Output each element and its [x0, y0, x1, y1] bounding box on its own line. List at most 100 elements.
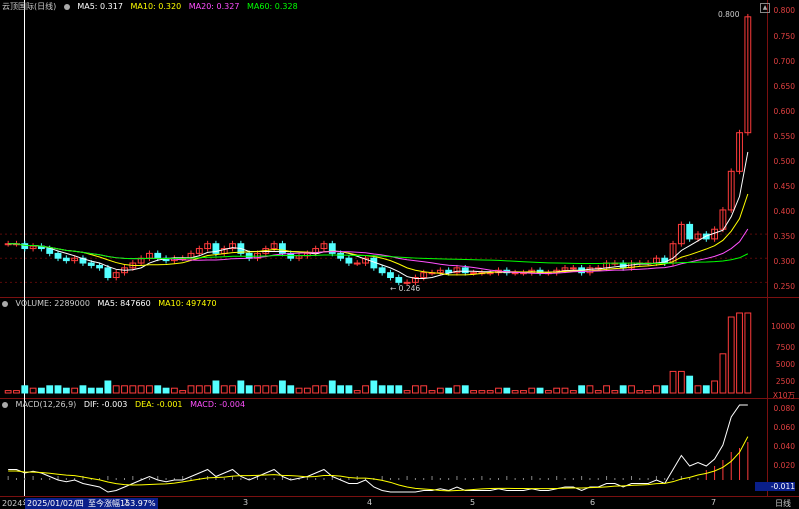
- candle-body: [345, 257, 353, 264]
- volume-bar: [636, 390, 644, 394]
- volume-bar: [129, 385, 137, 394]
- volume-bar: [112, 385, 120, 394]
- volume-bar: [320, 385, 328, 394]
- volume-bar: [187, 385, 195, 394]
- volume-bar: [719, 353, 727, 394]
- volume-bar: [137, 385, 145, 394]
- volume-bar: [470, 390, 477, 394]
- volume-bar: [262, 385, 270, 394]
- volume-bar: [54, 385, 62, 394]
- month-tick: 3: [243, 498, 249, 507]
- volume-bar: [436, 387, 444, 394]
- volume-bar: [21, 385, 29, 394]
- candle-body: [686, 223, 694, 240]
- time-axis-bar: 2024年 2025/01/02/四 至今涨幅153.97% 2 3 4 5 6…: [0, 496, 799, 509]
- volume-bar: [395, 385, 403, 394]
- volume-bar: [212, 380, 220, 394]
- volume-bar: [287, 385, 295, 394]
- volume-bar: [303, 387, 311, 394]
- volume-bar: [387, 385, 394, 394]
- volume-bar: [345, 385, 353, 394]
- volume-bar: [104, 380, 112, 394]
- volume-bar: [569, 390, 577, 394]
- candle-body: [470, 272, 477, 275]
- volume-bar: [461, 385, 469, 394]
- volume-bar: [37, 387, 45, 394]
- volume-bar: [727, 316, 735, 394]
- month-tick: 7: [711, 498, 717, 507]
- volume-bar: [445, 387, 453, 394]
- volume-bar: [486, 390, 494, 394]
- volume-bar: [411, 385, 419, 394]
- dea-line: [8, 436, 749, 492]
- volume-bar: [195, 385, 203, 394]
- volume-bar: [495, 387, 502, 394]
- volume-bar: [736, 312, 743, 394]
- volume-bar: [561, 387, 569, 394]
- volume-bar: [403, 390, 411, 394]
- volume-bar: [711, 380, 719, 394]
- volume-bar: [13, 390, 20, 394]
- volume-bar: [619, 385, 627, 394]
- candle-body: [96, 264, 103, 269]
- candlestick-chart[interactable]: [0, 0, 767, 496]
- volume-bar: [686, 375, 694, 394]
- stock-chart-window: 云顶国际(日线) MA5: 0.317 MA10: 0.320 MA20: 0.…: [0, 0, 799, 509]
- volume-bar: [279, 380, 286, 394]
- volume-bar: [578, 385, 586, 394]
- volume-bar: [328, 380, 336, 394]
- volume-bar: [370, 380, 378, 394]
- volume-bar: [528, 387, 536, 394]
- candle-body: [337, 252, 345, 259]
- volume-bar: [146, 385, 153, 394]
- volume-bar: [603, 385, 610, 394]
- ma60-line: [8, 243, 749, 265]
- volume-bar: [245, 385, 253, 394]
- chart-frame-right: [767, 0, 768, 496]
- cursor-date: 2025/01/02/四: [25, 498, 86, 509]
- volume-bar: [353, 390, 361, 394]
- period-label[interactable]: 日线: [775, 498, 791, 509]
- volume-bar: [511, 390, 519, 394]
- volume-bar: [71, 387, 79, 394]
- volume-bar: [312, 385, 320, 394]
- volume-bar: [154, 385, 162, 394]
- candle-body: [62, 257, 70, 262]
- volume-bar: [544, 390, 552, 394]
- candle-body: [569, 267, 577, 270]
- volume-bar: [237, 380, 245, 394]
- candle-body: [511, 272, 519, 275]
- volume-bar: [503, 387, 511, 394]
- volume-bar: [536, 387, 544, 394]
- volume-bar: [270, 385, 278, 394]
- dif-line: [8, 404, 748, 493]
- volume-bar: [553, 387, 561, 394]
- change-since: 至今涨幅153.97%: [86, 498, 158, 509]
- volume-bar: [170, 387, 178, 394]
- volume-bar: [162, 387, 170, 394]
- volume-bar: [337, 385, 345, 394]
- volume-bar: [79, 385, 87, 394]
- volume-bar: [478, 390, 486, 394]
- volume-bar: [594, 390, 602, 394]
- candle-body: [154, 252, 162, 259]
- volume-bar: [4, 390, 12, 394]
- volume-bar: [362, 385, 369, 394]
- volume-bar: [520, 390, 527, 394]
- volume-bar: [653, 385, 660, 394]
- volume-bar: [428, 390, 436, 394]
- volume-bar: [229, 385, 236, 394]
- candle-body: [403, 281, 411, 284]
- candle-body: [378, 267, 386, 274]
- volume-bar: [96, 387, 103, 394]
- volume-bar: [46, 385, 54, 394]
- volume-bar: [586, 385, 594, 394]
- candle-body: [353, 262, 361, 265]
- volume-bar: [220, 385, 228, 394]
- candle-body: [104, 267, 112, 279]
- volume-bar: [121, 385, 128, 394]
- month-tick: 4: [367, 498, 373, 507]
- candle-body: [395, 277, 403, 283]
- month-tick: 6: [590, 498, 596, 507]
- volume-bar: [204, 385, 212, 394]
